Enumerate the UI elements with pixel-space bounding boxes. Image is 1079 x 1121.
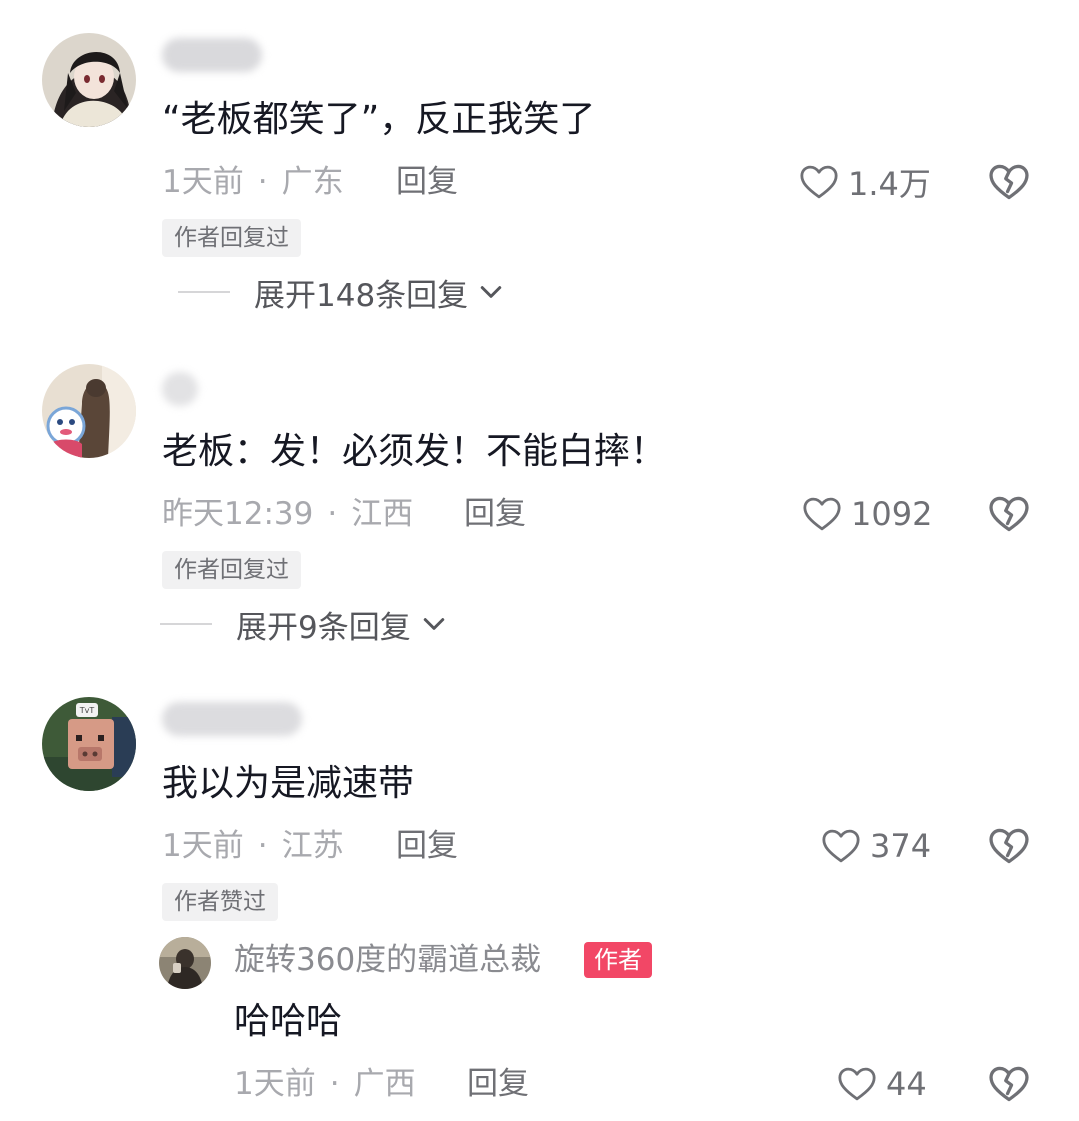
author-replied-badge: 作者回复过 xyxy=(162,219,301,257)
comment-text: “老板都笑了”，反正我笑了 xyxy=(162,99,596,140)
broken-heart-icon[interactable] xyxy=(987,160,1031,204)
comment-time: 昨天12:39 xyxy=(162,496,314,532)
author-tag-badge: 作者 xyxy=(584,942,652,978)
comment-text: 老板：发！必须发！不能白摔！ xyxy=(162,431,667,472)
expand-replies-button[interactable]: 展开9条回复 xyxy=(160,602,449,646)
divider xyxy=(178,291,230,293)
svg-text:TvT: TvT xyxy=(79,706,95,715)
like-button[interactable]: 374 xyxy=(820,824,931,868)
heart-icon xyxy=(798,161,840,203)
expand-replies-button[interactable]: 展开148条回复 xyxy=(178,270,506,314)
like-button[interactable]: 1.4万 xyxy=(798,160,931,204)
like-count: 374 xyxy=(870,827,932,865)
divider xyxy=(160,623,212,625)
author-replied-badge: 作者回复过 xyxy=(162,551,301,589)
chevron-down-icon xyxy=(419,609,449,639)
expand-replies-label: 展开148条回复 xyxy=(254,277,469,314)
reply-button[interactable]: 回复 xyxy=(396,162,458,202)
like-button[interactable]: 1092 xyxy=(801,492,932,536)
chevron-down-icon xyxy=(476,277,506,307)
reply-text: 哈哈哈 xyxy=(234,1001,343,1042)
like-count: 1092 xyxy=(851,495,933,533)
meta-separator: · xyxy=(329,1066,340,1102)
pig-avatar-icon[interactable]: TvT xyxy=(42,697,136,791)
meta-separator: · xyxy=(257,828,268,864)
comment-location: 江苏 xyxy=(281,828,344,864)
comment-meta: 1天前 · 广东 xyxy=(162,162,344,202)
meta-separator: · xyxy=(257,164,268,200)
broken-heart-icon[interactable] xyxy=(987,1062,1031,1106)
broken-heart-icon[interactable] xyxy=(987,824,1031,868)
heart-icon xyxy=(836,1063,878,1105)
comment-location: 江西 xyxy=(351,496,414,532)
broken-heart-icon[interactable] xyxy=(987,492,1031,536)
username-blurred[interactable] xyxy=(162,38,262,72)
heart-icon xyxy=(820,825,862,867)
like-button[interactable]: 44 xyxy=(836,1062,927,1106)
reply-button[interactable]: 回复 xyxy=(464,494,526,534)
reply-location: 广西 xyxy=(353,1066,416,1102)
cartoon-avatar-icon[interactable] xyxy=(42,364,136,458)
like-count: 44 xyxy=(886,1065,927,1103)
meta-separator: · xyxy=(327,496,338,532)
comment-location: 广东 xyxy=(281,164,344,200)
heart-icon xyxy=(801,493,843,535)
comment-time: 1天前 xyxy=(162,164,244,200)
like-count: 1.4万 xyxy=(848,165,931,203)
comment-meta: 1天前 · 江苏 xyxy=(162,826,344,866)
author-liked-badge: 作者赞过 xyxy=(162,883,278,921)
username-blurred[interactable] xyxy=(162,372,198,406)
comment-meta: 昨天12:39 · 江西 xyxy=(162,494,413,534)
reply-meta: 1天前 · 广西 xyxy=(234,1064,416,1104)
reply-username[interactable]: 旋转360度的霸道总裁 xyxy=(234,940,541,980)
username-blurred[interactable] xyxy=(162,702,302,736)
reply-time: 1天前 xyxy=(234,1066,316,1102)
person-avatar-icon[interactable] xyxy=(159,937,211,989)
reply-button[interactable]: 回复 xyxy=(396,826,458,866)
expand-replies-label: 展开9条回复 xyxy=(236,609,411,646)
comment-text: 我以为是减速带 xyxy=(162,763,415,804)
comment-time: 1天前 xyxy=(162,828,244,864)
anime-girl-avatar-icon[interactable] xyxy=(42,33,136,127)
reply-button[interactable]: 回复 xyxy=(467,1064,529,1104)
